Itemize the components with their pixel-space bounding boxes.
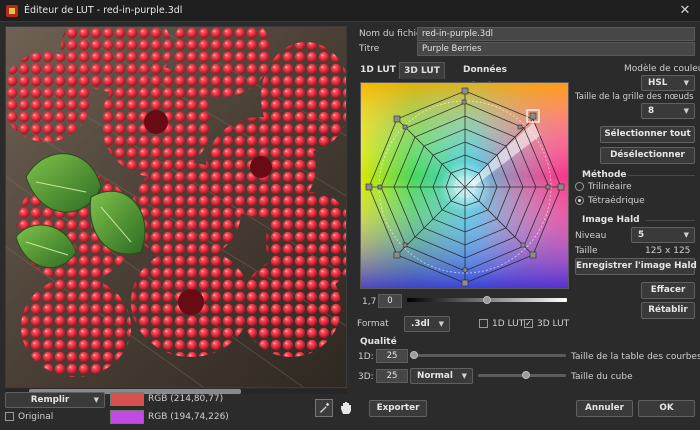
quality-1d-label: 1D: bbox=[358, 352, 374, 362]
hand-pan-icon[interactable] bbox=[337, 399, 355, 417]
grid-size-label: Taille de la grille des nœuds bbox=[575, 92, 694, 102]
chevron-down-icon: ▼ bbox=[683, 231, 689, 239]
level-label: Niveau bbox=[575, 231, 607, 241]
divider bbox=[646, 220, 695, 221]
title-bar: Éditeur de LUT - red-in-purple.3dl ✕ bbox=[0, 0, 700, 22]
color-model-label: Modèle de couleur bbox=[624, 64, 700, 74]
deselect-button[interactable]: Désélectionner bbox=[600, 147, 695, 164]
quality-3d-slider-knob[interactable] bbox=[522, 371, 531, 379]
window-title: Éditeur de LUT - red-in-purple.3dl bbox=[24, 5, 183, 16]
lut1d-label: 1D LUT bbox=[492, 319, 525, 329]
lut3d-checkbox[interactable]: ✓ bbox=[524, 319, 533, 328]
method-trilinear-label: Trilinéaire bbox=[588, 182, 632, 192]
size-value: 125 x 125 bbox=[645, 246, 691, 256]
quality-3d-mode-dropdown[interactable]: Normal ▼ bbox=[410, 368, 473, 384]
filename-label: Nom du fichier bbox=[359, 29, 426, 39]
tab-3d-lut[interactable]: 3D LUT bbox=[399, 62, 445, 79]
save-hald-button[interactable]: Enregistrer l'image Hald bbox=[575, 258, 697, 275]
hue-wheel-grid bbox=[361, 83, 568, 288]
chevron-down-icon: ▼ bbox=[683, 107, 689, 115]
color-model-dropdown[interactable]: HSL ▼ bbox=[641, 75, 695, 91]
method-title: Méthode bbox=[582, 170, 627, 180]
image-preview[interactable] bbox=[5, 26, 347, 388]
chevron-down-icon: ▼ bbox=[93, 396, 99, 404]
original-checkbox[interactable] bbox=[5, 412, 14, 421]
format-dropdown[interactable]: .3dl ▼ bbox=[404, 316, 450, 332]
app-logo-icon bbox=[6, 5, 18, 17]
lut3d-label: 3D LUT bbox=[537, 319, 570, 329]
title-label: Titre bbox=[359, 44, 380, 54]
gamma-slider-knob[interactable] bbox=[483, 296, 491, 304]
quality-1d-slider-knob[interactable] bbox=[410, 351, 418, 359]
close-icon[interactable]: ✕ bbox=[677, 3, 693, 19]
clear-button[interactable]: Effacer bbox=[641, 282, 695, 299]
tab-text-data[interactable]: Données texte bbox=[449, 62, 521, 91]
gamma-value[interactable]: 0 bbox=[378, 294, 402, 308]
color-swatch-target[interactable] bbox=[110, 410, 144, 424]
color-model-value: HSL bbox=[648, 78, 668, 88]
quality-3d-caption: Taille du cube bbox=[571, 372, 633, 382]
select-all-button[interactable]: Sélectionner tout bbox=[600, 126, 695, 143]
size-label: Taille bbox=[575, 246, 598, 256]
hald-title: Image Hald bbox=[582, 215, 640, 225]
export-button[interactable]: Exporter bbox=[369, 400, 427, 417]
gamma-label: 1,7 bbox=[362, 297, 377, 307]
quality-3d-mode-value: Normal bbox=[417, 371, 453, 381]
cancel-button[interactable]: Annuler bbox=[576, 400, 633, 417]
quality-1d-value[interactable]: 25 bbox=[376, 349, 408, 363]
quality-title: Qualité bbox=[360, 337, 397, 347]
level-value: 5 bbox=[638, 230, 645, 240]
format-value: .3dl bbox=[411, 319, 430, 329]
chevron-down-icon: ▼ bbox=[438, 320, 444, 328]
quality-1d-caption: Taille de la table des courbes bbox=[571, 352, 700, 362]
method-trilinear-radio[interactable] bbox=[575, 182, 584, 191]
original-label: Original bbox=[18, 412, 54, 422]
ok-button[interactable]: OK bbox=[638, 400, 695, 417]
title-field[interactable]: Purple Berries bbox=[417, 42, 695, 56]
color-swatch-source[interactable] bbox=[110, 392, 144, 406]
color-source-text: RGB (214,80,77) bbox=[148, 394, 224, 404]
lut1d-checkbox[interactable] bbox=[479, 319, 488, 328]
quality-3d-value[interactable]: 25 bbox=[376, 369, 408, 383]
fill-value: Remplir bbox=[30, 395, 70, 405]
quality-1d-slider[interactable] bbox=[414, 354, 566, 357]
quality-3d-label: 3D: bbox=[358, 372, 374, 382]
reset-button[interactable]: Rétablir bbox=[641, 302, 695, 319]
grid-size-value: 8 bbox=[648, 106, 655, 116]
tab-1d-lut[interactable]: 1D LUT bbox=[357, 62, 399, 79]
method-tetrahedral-label: Tétraédrique bbox=[588, 196, 645, 206]
format-label: Format bbox=[357, 319, 389, 329]
chevron-down-icon: ▼ bbox=[461, 372, 467, 380]
level-dropdown[interactable]: 5 ▼ bbox=[631, 227, 695, 243]
fill-dropdown[interactable]: Remplir ▼ bbox=[5, 392, 105, 408]
color-target-text: RGB (194,74,226) bbox=[148, 412, 229, 422]
grid-size-dropdown[interactable]: 8 ▼ bbox=[641, 103, 695, 119]
method-tetrahedral-radio[interactable] bbox=[575, 196, 584, 205]
lut-node-grid[interactable] bbox=[360, 82, 569, 289]
chevron-down-icon: ▼ bbox=[683, 79, 689, 87]
divider bbox=[628, 175, 695, 176]
raspberry-photo bbox=[6, 27, 346, 387]
eyedropper-icon[interactable] bbox=[315, 399, 333, 417]
filename-field[interactable]: red-in-purple.3dl bbox=[417, 27, 695, 41]
